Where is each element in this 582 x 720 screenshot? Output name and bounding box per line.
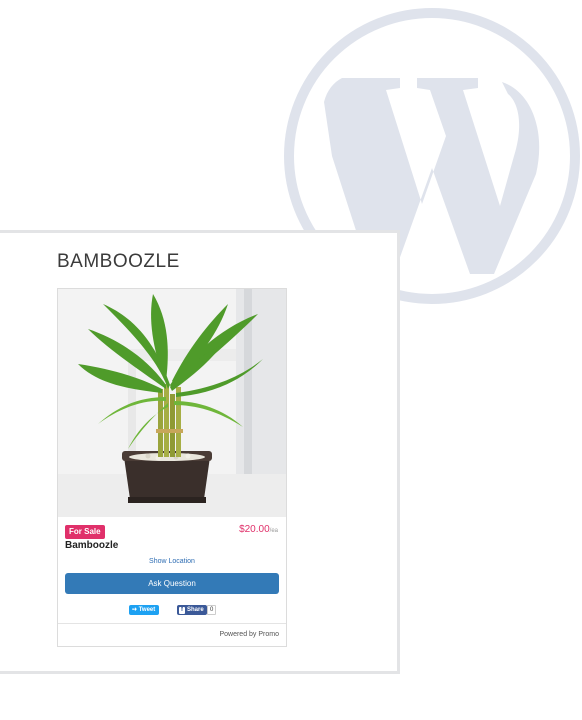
listing-card: BAMBOOZLE For Sale $20.00/ea Bamboozle S…	[0, 230, 400, 674]
share-row: ➺ Tweet f Share 0	[58, 605, 286, 617]
show-location-link[interactable]: Show Location	[58, 558, 286, 565]
price-value: $20.00	[239, 524, 270, 535]
tweet-button[interactable]: ➺ Tweet	[129, 605, 160, 615]
powered-by: Powered by Promo	[219, 631, 279, 638]
ask-question-button[interactable]: Ask Question	[65, 573, 279, 594]
for-sale-badge: For Sale	[65, 525, 105, 539]
facebook-share-button[interactable]: f Share	[177, 605, 207, 615]
twitter-bird-icon: ➺	[132, 607, 138, 613]
product-photo[interactable]	[58, 289, 286, 517]
share-label: Share	[187, 607, 204, 613]
product-name: Bamboozle	[65, 540, 119, 551]
price-unit: /ea	[269, 528, 278, 534]
price: $20.00/ea	[239, 524, 278, 535]
page-title: BAMBOOZLE	[57, 251, 180, 272]
product-widget: For Sale $20.00/ea Bamboozle Show Locati…	[57, 288, 287, 647]
tweet-label: Tweet	[138, 607, 156, 613]
share-count: 0	[207, 605, 217, 615]
divider	[58, 623, 286, 624]
facebook-icon: f	[179, 607, 185, 614]
